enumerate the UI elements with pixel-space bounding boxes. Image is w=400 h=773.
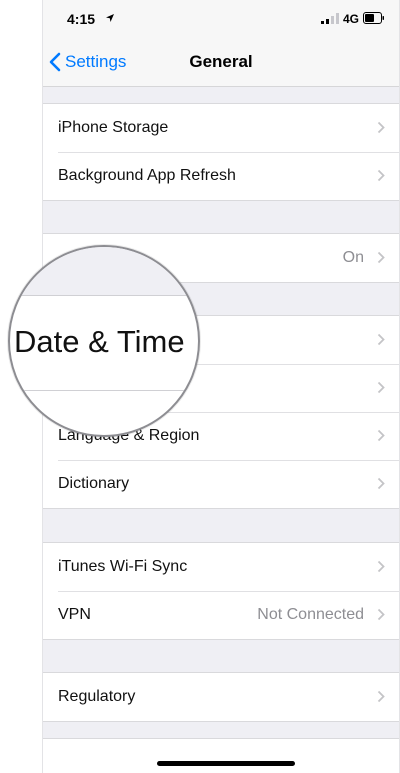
magnifier-divider (10, 390, 198, 391)
row-background-app-refresh[interactable]: Background App Refresh (43, 152, 399, 200)
row-label: Regulatory (58, 688, 136, 705)
settings-group-regulatory: Regulatory (43, 672, 399, 722)
home-indicator[interactable] (157, 761, 295, 766)
row-regulatory[interactable]: Regulatory (43, 673, 399, 721)
settings-group-sync-vpn: iTunes Wi-Fi Sync VPN Not Connected (43, 542, 399, 640)
row-iphone-storage[interactable]: iPhone Storage (43, 104, 399, 152)
chevron-right-icon (377, 169, 385, 182)
status-bar: 4:15 4G (43, 0, 399, 38)
chevron-right-icon (377, 690, 385, 703)
chevron-right-icon (377, 121, 385, 134)
settings-group-bottom (43, 738, 399, 773)
battery-icon (363, 12, 384, 24)
row-label: Dictionary (58, 475, 130, 492)
row-itunes-wifi-sync[interactable]: iTunes Wi-Fi Sync (43, 543, 399, 591)
chevron-right-icon (377, 333, 385, 346)
row-value: Not Connected (257, 606, 364, 623)
chevron-right-icon (377, 251, 385, 264)
row-dictionary[interactable]: Dictionary (43, 460, 399, 508)
row-label: VPN (58, 606, 91, 623)
row-label: iTunes Wi-Fi Sync (58, 558, 188, 575)
chevron-right-icon (377, 381, 385, 394)
magnified-label: Date & Time (14, 324, 185, 359)
page-title: General (189, 52, 253, 71)
location-arrow-icon (106, 14, 114, 22)
magnifier-callout: Date & Time (8, 245, 200, 437)
signal-bars-icon (321, 13, 339, 24)
magnifier-section-gap (10, 247, 198, 295)
row-label: Background App Refresh (58, 167, 236, 184)
navigation-bar: Settings General (43, 38, 399, 87)
magnifier-divider (10, 295, 198, 296)
row-vpn[interactable]: VPN Not Connected (43, 591, 399, 639)
chevron-right-icon (377, 429, 385, 442)
chevron-right-icon (377, 608, 385, 621)
status-time: 4:15 (67, 11, 96, 27)
row-label: iPhone Storage (58, 119, 169, 136)
chevron-right-icon (377, 477, 385, 490)
chevron-right-icon (377, 560, 385, 573)
settings-group-storage: iPhone Storage Background App Refresh (43, 103, 399, 201)
network-type: 4G (343, 12, 360, 26)
row-value: On (342, 249, 364, 266)
